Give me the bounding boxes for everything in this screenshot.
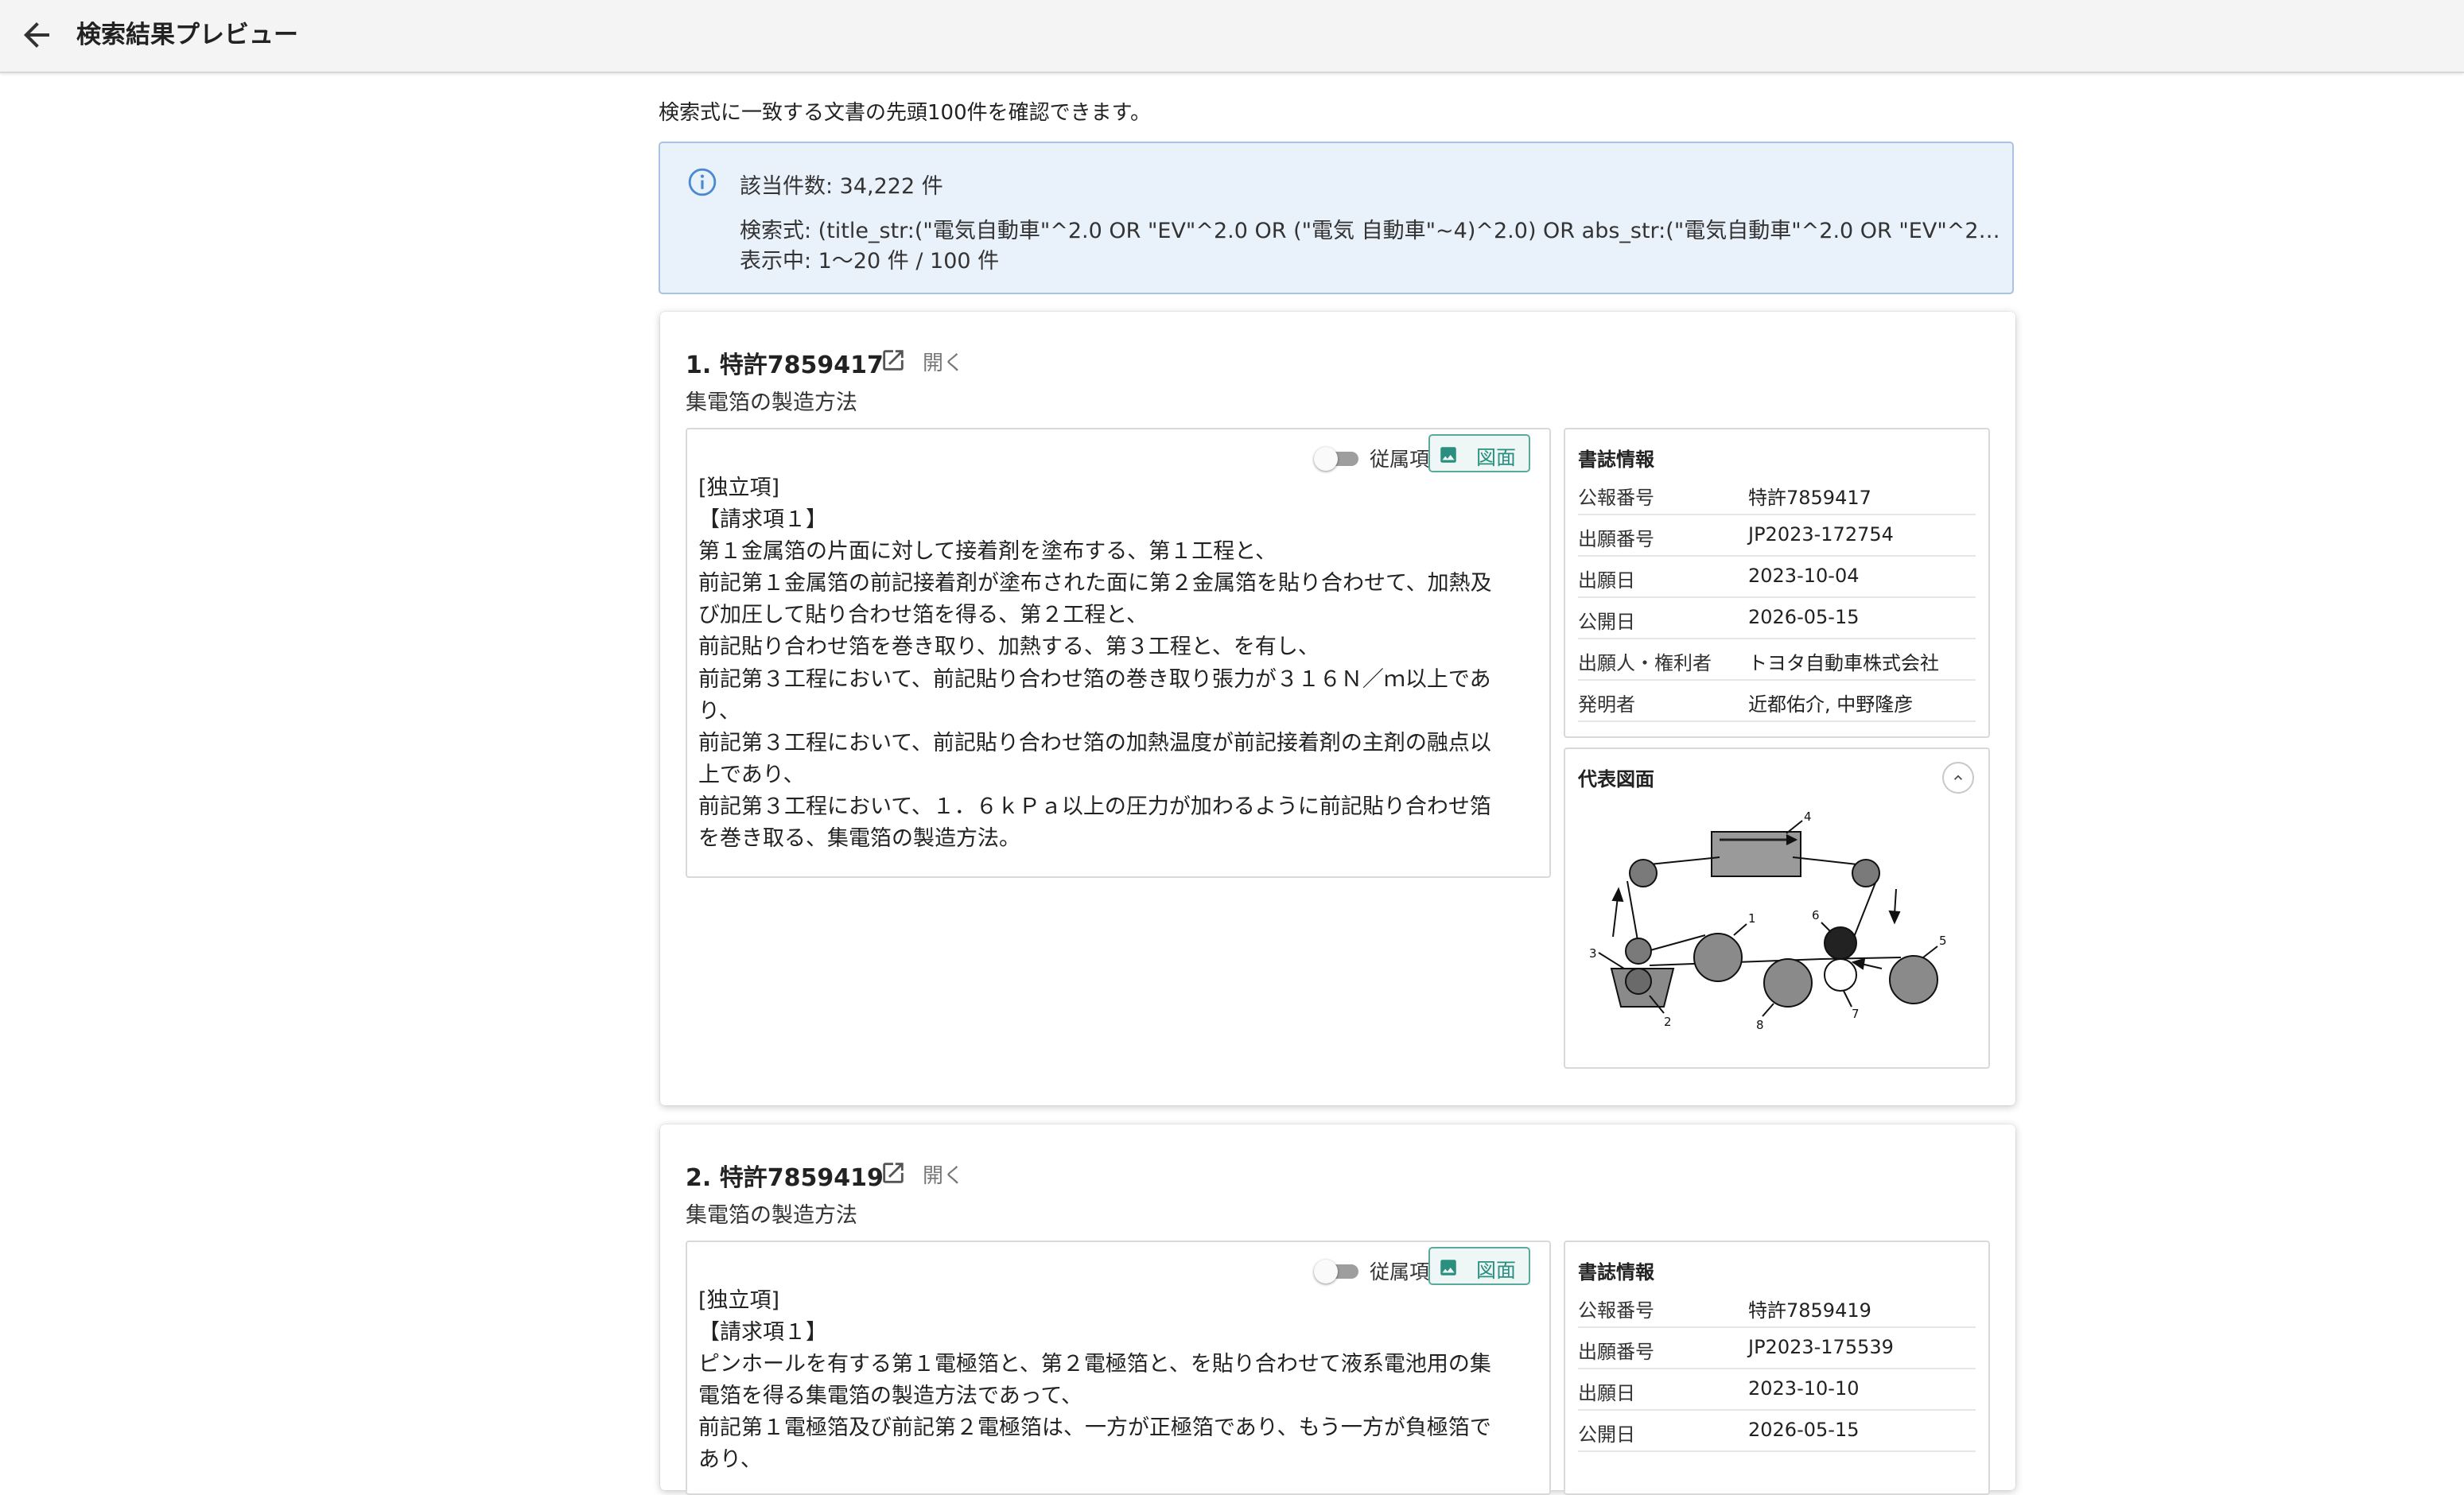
biblio-value: 2026-05-15 — [1748, 606, 1860, 628]
result-card: 1. 特許7859417 開く 集電箔の製造方法 従属項 図面 [独立項] 【請… — [660, 312, 2015, 1105]
biblio-label: 出願人・権利者 — [1578, 652, 1712, 674]
biblio-label: 公報番号 — [1578, 487, 1654, 509]
biblio-row: 公報番号 特許7859419 — [1578, 1287, 1976, 1328]
open-link[interactable]: 開く — [923, 347, 964, 376]
claim-line: 前記貼り合わせ箔を巻き取り、加熱する、第３工程と、を有し、 — [698, 635, 1319, 660]
claim-line: 【請求項１】 — [698, 1320, 827, 1346]
biblio-label: 出願日 — [1578, 1382, 1635, 1404]
info-icon — [688, 168, 717, 196]
dependent-claims-toggle[interactable] — [1312, 1256, 1363, 1285]
open-link[interactable]: 開く — [923, 1159, 964, 1189]
dependent-claims-label: 従属項 — [1370, 448, 1430, 471]
page-title: 検索結果プレビュー — [76, 21, 298, 49]
figure-button-label: 図面 — [1476, 446, 1517, 469]
biblio-title: 書誌情報 — [1578, 448, 1654, 471]
collapse-button[interactable] — [1942, 762, 1974, 794]
figure-label: 6 — [1812, 908, 1820, 922]
biblio-label: 公開日 — [1578, 1423, 1635, 1446]
claim-line: あり、 — [698, 1447, 762, 1473]
external-link-icon[interactable] — [880, 1159, 907, 1186]
search-summary-alert: 該当件数: 34,222 件 検索式: (title_str:("電気自動車"^… — [659, 142, 2014, 294]
biblio-label: 出願番号 — [1578, 528, 1654, 550]
figure-label: 3 — [1589, 946, 1597, 961]
biblio-row: 出願番号 JP2023-172754 — [1578, 515, 1976, 557]
claims-text: [独立項] 【請求項１】 ピンホールを有する第１電極箔と、第２電極箔と、を貼り合… — [698, 1285, 1541, 1477]
rep-figure-title: 代表図面 — [1578, 768, 1654, 790]
biblio-row: 公開日 2026-05-15 — [1578, 598, 1976, 639]
intro-text: 検索式に一致する文書の先頭100件を確認できます。 — [659, 101, 1152, 125]
biblio-value: 2026-05-15 — [1748, 1419, 1860, 1441]
app-bar: 検索結果プレビュー — [0, 0, 2464, 73]
figure-label: 1 — [1748, 911, 1756, 926]
biblio-label: 出願番号 — [1578, 1341, 1654, 1363]
figure-label: 8 — [1756, 1018, 1764, 1032]
claim-line: 前記第１電極箔及び前記第２電極箔は、一方が正極箔であり、もう一方が負極箔で — [698, 1415, 1491, 1441]
biblio-value: トヨタ自動車株式会社 — [1748, 652, 1939, 674]
biblio-row: 出願日 2023-10-04 — [1578, 557, 1976, 598]
result-heading: 1. 特許7859417 — [686, 351, 884, 379]
biblio-label: 公報番号 — [1578, 1299, 1654, 1322]
claim-line: 【請求項１】 — [698, 507, 827, 533]
representative-figure-panel: 代表図面 4 1 6 5 3 2 8 7 — [1564, 748, 1990, 1069]
claim-line: 第１金属箔の片面に対して接着剤を塗布する、第１工程と、 — [698, 539, 1277, 565]
claim-line: 前記第３工程において、１．６ｋＰａ以上の圧力が加わるように前記貼り合わせ箔 — [698, 794, 1491, 819]
figure-label: 2 — [1664, 1015, 1672, 1029]
claim-line: 前記第１金属箔の前記接着剤が塗布された面に第２金属箔を貼り合わせて、加熱及 — [698, 571, 1492, 596]
dependent-claims-label: 従属項 — [1370, 1260, 1430, 1283]
bibliographic-info: 書誌情報 公報番号 特許7859419 出願番号 JP2023-175539 出… — [1564, 1241, 1990, 1495]
back-button[interactable] — [17, 16, 56, 54]
biblio-row: 発明者 近都佑介, 中野隆彦 — [1578, 681, 1976, 722]
external-link-icon[interactable] — [880, 347, 907, 374]
result-card: 2. 特許7859419 開く 集電箔の製造方法 従属項 図面 [独立項] 【請… — [660, 1124, 2015, 1495]
figure-label: 7 — [1852, 1007, 1860, 1021]
arrow-left-icon — [24, 22, 49, 48]
claims-panel: 従属項 図面 [独立項] 【請求項１】 第１金属箔の片面に対して接着剤を塗布する… — [686, 428, 1551, 878]
result-heading: 2. 特許7859419 — [686, 1164, 884, 1192]
biblio-value: 特許7859419 — [1748, 1299, 1871, 1322]
showing-range: 表示中: 1〜20 件 / 100 件 — [740, 249, 1000, 274]
claim-line: ピンホールを有する第１電極箔と、第２電極箔と、を貼り合わせて液系電池用の集 — [698, 1352, 1491, 1377]
claim-line: [独立項] — [698, 476, 780, 500]
result-title: 集電箔の製造方法 — [686, 390, 857, 415]
claim-line: 前記第３工程において、前記貼り合わせ箔の巻き取り張力が３１６Ｎ／ｍ以上であ — [698, 666, 1491, 692]
biblio-value: 2023-10-04 — [1748, 565, 1860, 587]
biblio-label: 出願日 — [1578, 569, 1635, 592]
biblio-row: 出願人・権利者 トヨタ自動車株式会社 — [1578, 639, 1976, 681]
claims-panel: 従属項 図面 [独立項] 【請求項１】 ピンホールを有する第１電極箔と、第２電極… — [686, 1241, 1551, 1495]
dependent-claims-toggle[interactable] — [1312, 444, 1363, 472]
chevron-up-icon — [1954, 775, 1962, 780]
image-icon — [1440, 1260, 1456, 1276]
biblio-value: JP2023-175539 — [1748, 1336, 1894, 1358]
hit-count: 該当件数: 34,222 件 — [740, 174, 943, 199]
claim-line: 前記第３工程において、前記貼り合わせ箔の加熱温度が前記接着剤の主剤の融点以 — [698, 730, 1491, 755]
biblio-row: 出願番号 JP2023-175539 — [1578, 1328, 1976, 1369]
result-title: 集電箔の製造方法 — [686, 1203, 857, 1228]
search-query: 検索式: (title_str:("電気自動車"^2.0 OR "EV"^2.0… — [740, 219, 2004, 243]
biblio-value: JP2023-172754 — [1748, 523, 1894, 546]
biblio-value: 近都佑介, 中野隆彦 — [1748, 693, 1914, 716]
claims-text: [独立項] 【請求項１】 第１金属箔の片面に対して接着剤を塗布する、第１工程と、… — [698, 472, 1541, 855]
biblio-row: 公開日 2026-05-15 — [1578, 1411, 1976, 1452]
claim-line: [独立項] — [698, 1288, 780, 1313]
claim-line: り、 — [698, 698, 740, 724]
figure-button[interactable]: 図面 — [1428, 434, 1530, 472]
image-icon — [1440, 447, 1456, 463]
figure-label: 5 — [1939, 934, 1947, 948]
biblio-value: 特許7859417 — [1748, 487, 1871, 509]
figure-label: 4 — [1804, 810, 1812, 824]
biblio-title: 書誌情報 — [1578, 1261, 1654, 1283]
figure-button-label: 図面 — [1476, 1259, 1517, 1282]
figure-button[interactable]: 図面 — [1428, 1247, 1530, 1285]
biblio-value: 2023-10-10 — [1748, 1377, 1860, 1400]
biblio-row: 公報番号 特許7859417 — [1578, 474, 1976, 515]
biblio-row: 出願日 2023-10-10 — [1578, 1369, 1976, 1411]
claim-line: 電箔を得る集電箔の製造方法であって、 — [698, 1384, 1083, 1409]
bibliographic-info: 書誌情報 公報番号 特許7859417 出願番号 JP2023-172754 出… — [1564, 428, 1990, 738]
biblio-label: 発明者 — [1578, 693, 1635, 716]
biblio-label: 公開日 — [1578, 611, 1635, 633]
patent-drawing: 4 1 6 5 3 2 8 7 — [1589, 810, 1947, 1032]
claim-line: び加圧して貼り合わせ箔を得る、第２工程と、 — [698, 603, 1148, 628]
claim-line: を巻き取る、集電箔の製造方法。 — [698, 826, 1020, 852]
claim-line: 上であり、 — [698, 762, 805, 787]
